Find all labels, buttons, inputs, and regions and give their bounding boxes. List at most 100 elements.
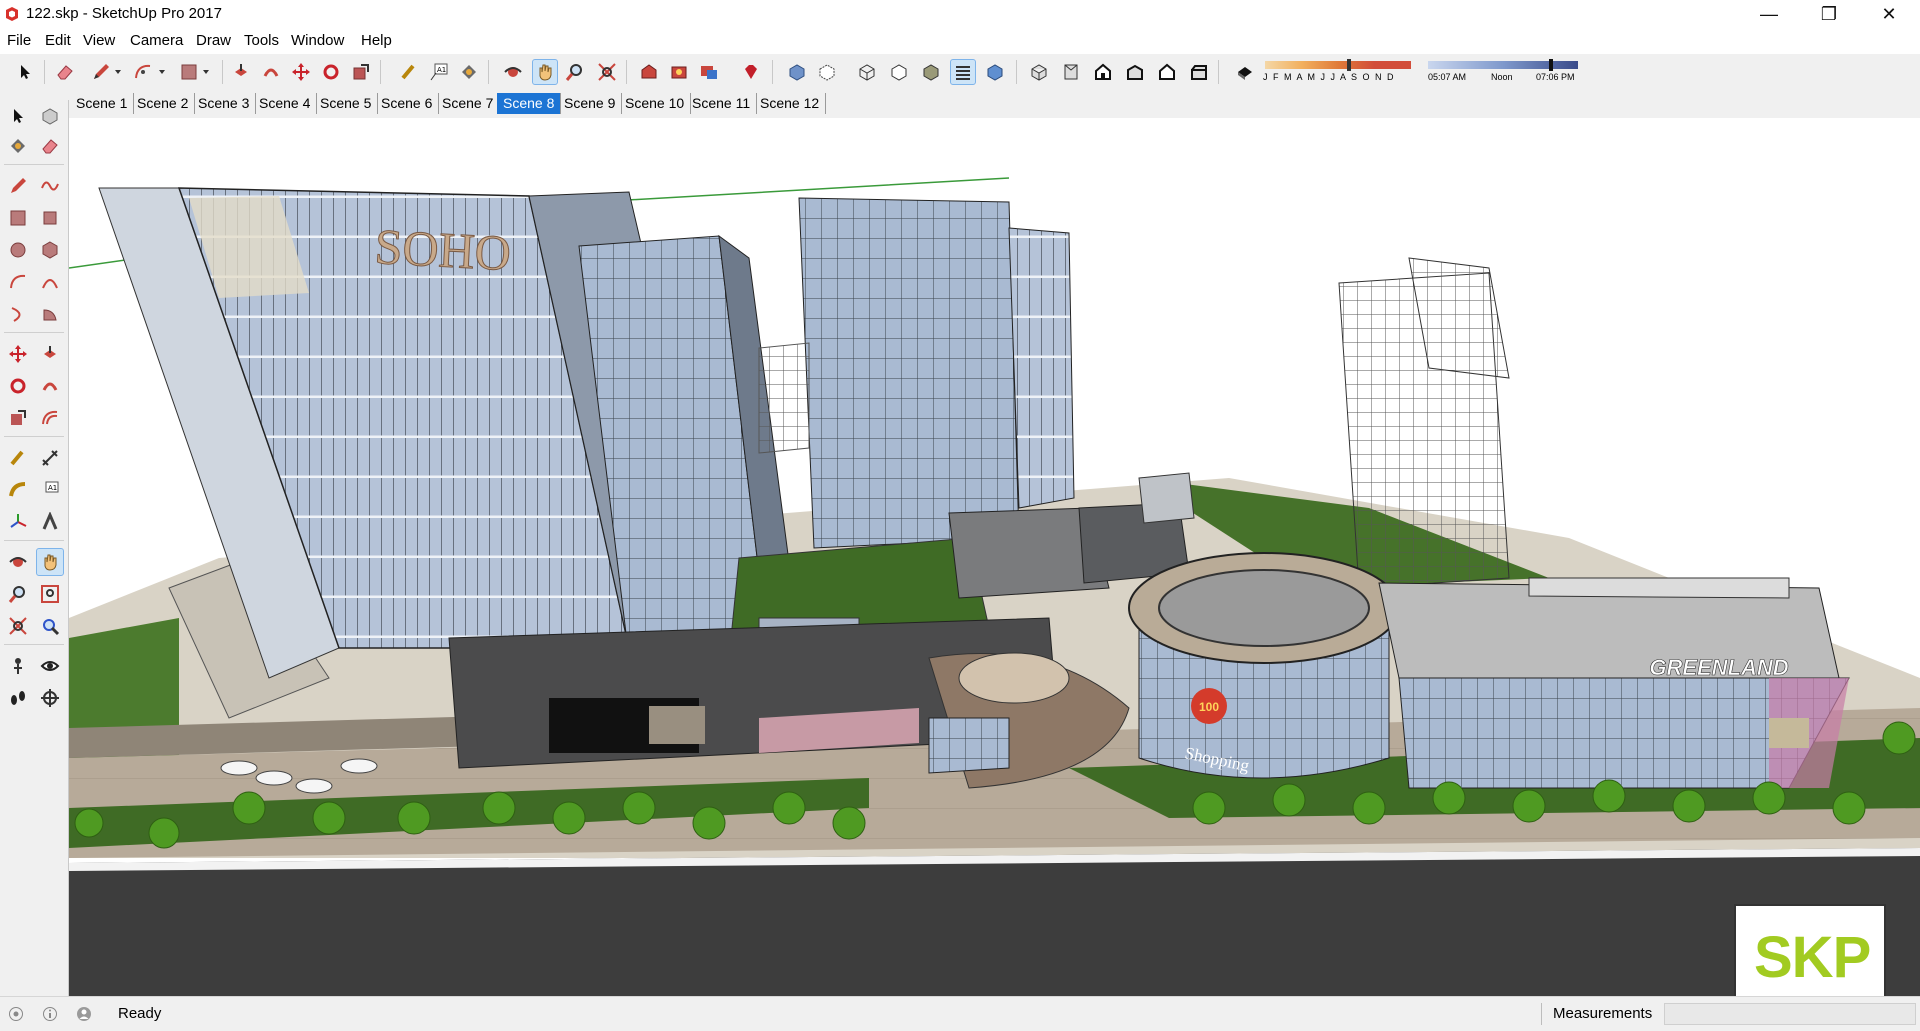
- two-point-arc-tool[interactable]: [36, 268, 64, 296]
- eraser-tool-button[interactable]: [52, 59, 78, 85]
- pencil-tool-button[interactable]: [88, 59, 114, 85]
- shaded-style-button[interactable]: [918, 59, 944, 85]
- make-component-tool[interactable]: [36, 102, 64, 130]
- push-pull-tool[interactable]: [36, 340, 64, 368]
- arc-tool[interactable]: [4, 268, 32, 296]
- previous-view-tool[interactable]: [36, 612, 64, 640]
- rectangle-tool[interactable]: [4, 204, 32, 232]
- select-tool-button[interactable]: [12, 59, 38, 85]
- orbit-tool-button[interactable]: [500, 59, 526, 85]
- zoom-extents-tool[interactable]: [4, 612, 32, 640]
- tab-scene-8[interactable]: Scene 8: [497, 93, 562, 114]
- line-tool[interactable]: [4, 172, 32, 200]
- tab-scene-12[interactable]: Scene 12: [754, 93, 827, 114]
- tab-scene-3[interactable]: Scene 3: [192, 93, 257, 114]
- left-view-button[interactable]: [1186, 59, 1212, 85]
- date-slider[interactable]: [1265, 61, 1411, 69]
- rectangle-tool-button[interactable]: [176, 59, 202, 85]
- tab-scene-11[interactable]: Scene 11: [686, 93, 758, 114]
- menu-window[interactable]: Window: [291, 32, 344, 49]
- share-component-button[interactable]: [696, 59, 722, 85]
- tab-scene-7[interactable]: Scene 7: [436, 93, 501, 114]
- position-camera-tool[interactable]: [4, 652, 32, 680]
- tab-scene-6[interactable]: Scene 6: [375, 93, 440, 114]
- menu-camera[interactable]: Camera: [130, 32, 183, 49]
- tab-scene-10[interactable]: Scene 10: [619, 93, 692, 114]
- eraser-tool[interactable]: [36, 132, 64, 160]
- hidden-line-style-button[interactable]: [886, 59, 912, 85]
- offset-tool[interactable]: [36, 404, 64, 432]
- orbit-tool[interactable]: [4, 548, 32, 576]
- scale-tool[interactable]: [4, 404, 32, 432]
- rotated-rectangle-tool[interactable]: [36, 204, 64, 232]
- text-tool[interactable]: A1: [36, 476, 64, 504]
- share-model-button[interactable]: [666, 59, 692, 85]
- time-slider[interactable]: [1428, 61, 1578, 69]
- geolocation-icon[interactable]: [8, 1006, 24, 1022]
- freehand-tool[interactable]: [36, 172, 64, 200]
- arc-dropdown[interactable]: [156, 59, 168, 85]
- follow-me-tool-button[interactable]: [258, 59, 284, 85]
- pan-tool[interactable]: [36, 548, 64, 576]
- menu-file[interactable]: File: [7, 32, 31, 49]
- select-tool[interactable]: [4, 102, 32, 130]
- minimize-button[interactable]: —: [1740, 0, 1798, 28]
- iso-view-button[interactable]: [1026, 59, 1052, 85]
- section-plane-tool[interactable]: [36, 684, 64, 712]
- pencil-dropdown[interactable]: [112, 59, 124, 85]
- shadows-toggle-button[interactable]: [1232, 59, 1258, 85]
- credits-info-icon[interactable]: [42, 1006, 58, 1022]
- circle-tool[interactable]: [4, 236, 32, 264]
- dimension-tool[interactable]: [36, 444, 64, 472]
- shaded-textures-style-button[interactable]: [950, 59, 976, 85]
- xray-style-button[interactable]: [784, 59, 810, 85]
- zoom-window-tool[interactable]: [36, 580, 64, 608]
- menu-help[interactable]: Help: [361, 32, 392, 49]
- look-around-tool[interactable]: [36, 652, 64, 680]
- maximize-button[interactable]: ❐: [1800, 0, 1858, 28]
- date-slider-thumb[interactable]: [1347, 59, 1351, 71]
- tape-measure-tool-button[interactable]: [396, 59, 422, 85]
- arc-tool-button[interactable]: [130, 59, 156, 85]
- axes-tool[interactable]: [4, 508, 32, 536]
- 3d-warehouse-button[interactable]: [636, 59, 662, 85]
- measurements-input[interactable]: [1664, 1003, 1916, 1025]
- scale-tool-button[interactable]: [348, 59, 374, 85]
- zoom-extents-button[interactable]: [594, 59, 620, 85]
- menu-view[interactable]: View: [83, 32, 115, 49]
- move-tool-button[interactable]: [288, 59, 314, 85]
- tab-scene-4[interactable]: Scene 4: [253, 93, 318, 114]
- monochrome-style-button[interactable]: [982, 59, 1008, 85]
- zoom-tool-button[interactable]: [562, 59, 588, 85]
- zoom-tool[interactable]: [4, 580, 32, 608]
- tab-scene-2[interactable]: Scene 2: [131, 93, 196, 114]
- rotate-tool[interactable]: [4, 372, 32, 400]
- model-viewport[interactable]: SOHO 100 Shopping GREENLAND SKP: [69, 118, 1920, 996]
- extension-warehouse-button[interactable]: [738, 59, 764, 85]
- pie-tool[interactable]: [36, 300, 64, 328]
- rectangle-dropdown[interactable]: [200, 59, 212, 85]
- paint-bucket-tool-button[interactable]: [456, 59, 482, 85]
- polygon-tool[interactable]: [36, 236, 64, 264]
- move-tool[interactable]: [4, 340, 32, 368]
- menu-draw[interactable]: Draw: [196, 32, 231, 49]
- menu-tools[interactable]: Tools: [244, 32, 279, 49]
- back-view-button[interactable]: [1154, 59, 1180, 85]
- close-button[interactable]: ✕: [1860, 0, 1918, 28]
- tab-scene-5[interactable]: Scene 5: [314, 93, 379, 114]
- pan-tool-button[interactable]: [532, 59, 558, 85]
- top-view-button[interactable]: [1058, 59, 1084, 85]
- tab-scene-9[interactable]: Scene 9: [558, 93, 623, 114]
- rotate-tool-button[interactable]: [318, 59, 344, 85]
- follow-me-tool[interactable]: [36, 372, 64, 400]
- menu-edit[interactable]: Edit: [45, 32, 71, 49]
- tape-measure-tool[interactable]: [4, 444, 32, 472]
- walk-tool[interactable]: [4, 684, 32, 712]
- text-tool-button[interactable]: A1: [426, 59, 452, 85]
- paint-bucket-tool[interactable]: [4, 132, 32, 160]
- 3d-text-tool[interactable]: [36, 508, 64, 536]
- three-point-arc-tool[interactable]: [4, 300, 32, 328]
- protractor-tool[interactable]: [4, 476, 32, 504]
- tab-scene-1[interactable]: Scene 1: [70, 93, 135, 114]
- front-view-button[interactable]: [1090, 59, 1116, 85]
